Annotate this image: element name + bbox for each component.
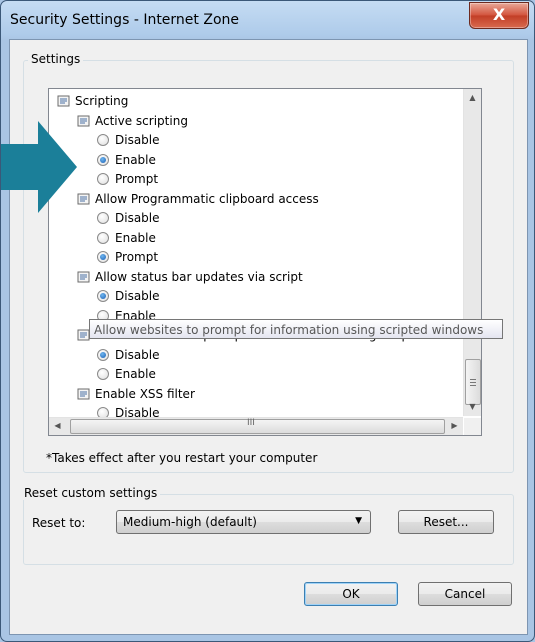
tree-item-label: Enable [115, 230, 156, 245]
tree-option-row[interactable]: Disable [97, 131, 160, 149]
window-title: Security Settings - Internet Zone [10, 12, 239, 28]
radio-button-icon[interactable] [97, 368, 109, 380]
restart-note: *Takes effect after you restart your com… [46, 451, 318, 465]
scroll-left-icon[interactable]: ◀ [49, 421, 66, 430]
tree-item-label: Scripting [75, 94, 129, 108]
tree-option-row[interactable]: Enable [97, 229, 156, 247]
tree-category-row: Scripting [57, 92, 128, 110]
tree-option-row[interactable]: Prompt [97, 248, 158, 266]
tree-item-label: Prompt [115, 172, 159, 186]
tree-option-row[interactable]: Disable [97, 209, 160, 227]
tree-option-row[interactable]: Enable [97, 365, 156, 383]
scroll-right-icon[interactable]: ▶ [446, 421, 463, 430]
settings-page-icon [77, 271, 90, 282]
tree-setting-row: Enable XSS filter [77, 385, 195, 403]
settings-tree[interactable]: Scripting Active scripting Disable Enable Pr… [48, 88, 482, 436]
dialog-window: Security Settings - Internet Zone X Sett… [0, 0, 535, 642]
tree-setting-row: Allow Programmatic clipboard access [77, 190, 319, 208]
radio-button-icon[interactable] [97, 251, 109, 263]
setting-tooltip: Allow websites to prompt for information… [89, 319, 503, 339]
vertical-scrollbar[interactable]: ▲ ▼ [463, 89, 481, 416]
tree-option-row[interactable]: Disable [97, 287, 160, 305]
tree-setting-row: Active scripting [77, 112, 188, 130]
close-icon: X [492, 5, 506, 24]
reset-level-select[interactable]: Medium-high (default) ▼ [116, 510, 371, 534]
settings-group-label: Settings [28, 52, 84, 66]
tree-item-label: Enable [115, 152, 156, 167]
vertical-scroll-thumb[interactable] [465, 359, 481, 405]
tree-item-label: Enable XSS filter [95, 386, 195, 401]
pointer-arrow-icon [1, 121, 77, 213]
tree-option-row[interactable]: Prompt [97, 170, 158, 188]
radio-button-icon[interactable] [97, 173, 109, 185]
tree-item-label: Disable [115, 211, 160, 225]
tree-item-label: Active scripting [95, 113, 188, 128]
tree-setting-row: Allow status bar updates via script [77, 268, 303, 286]
reset-to-label: Reset to: [32, 516, 86, 530]
tree-option-row[interactable]: Disable [97, 346, 160, 364]
reset-button[interactable]: Reset... [398, 510, 494, 534]
tree-item-label: Allow Programmatic clipboard access [95, 191, 319, 206]
reset-group-label: Reset custom settings [21, 486, 161, 500]
horizontal-scroll-thumb[interactable]: III [70, 418, 445, 434]
radio-button-icon[interactable] [97, 231, 109, 244]
settings-page-icon [57, 95, 70, 107]
scroll-corner [464, 418, 481, 435]
scroll-down-icon[interactable]: ▼ [464, 402, 481, 411]
tree-item-label: Disable [115, 347, 160, 362]
horizontal-scrollbar[interactable]: ◀ III ▶ [49, 417, 463, 435]
radio-button-icon[interactable] [97, 348, 109, 361]
radio-button-icon[interactable] [97, 134, 109, 146]
tree-item-label: Allow status bar updates via script [95, 269, 303, 284]
tree-option-row[interactable]: Enable [97, 151, 156, 169]
tree-item-label: Prompt [115, 250, 159, 264]
radio-button-icon[interactable] [97, 153, 109, 166]
ok-button[interactable]: OK [304, 582, 398, 606]
settings-page-icon [77, 388, 90, 399]
reset-level-value: Medium-high (default) [123, 515, 257, 529]
chevron-down-icon: ▼ [355, 516, 362, 526]
scroll-up-icon[interactable]: ▲ [464, 93, 481, 102]
close-button[interactable]: X [469, 2, 529, 29]
radio-button-icon[interactable] [97, 290, 109, 302]
radio-button-icon[interactable] [97, 212, 109, 224]
cancel-button[interactable]: Cancel [418, 582, 512, 606]
tree-item-label: Enable [115, 367, 156, 381]
scroll-grip-icon: III [247, 418, 255, 428]
tree-item-label: Disable [115, 133, 160, 147]
tree-item-label: Disable [115, 289, 160, 303]
